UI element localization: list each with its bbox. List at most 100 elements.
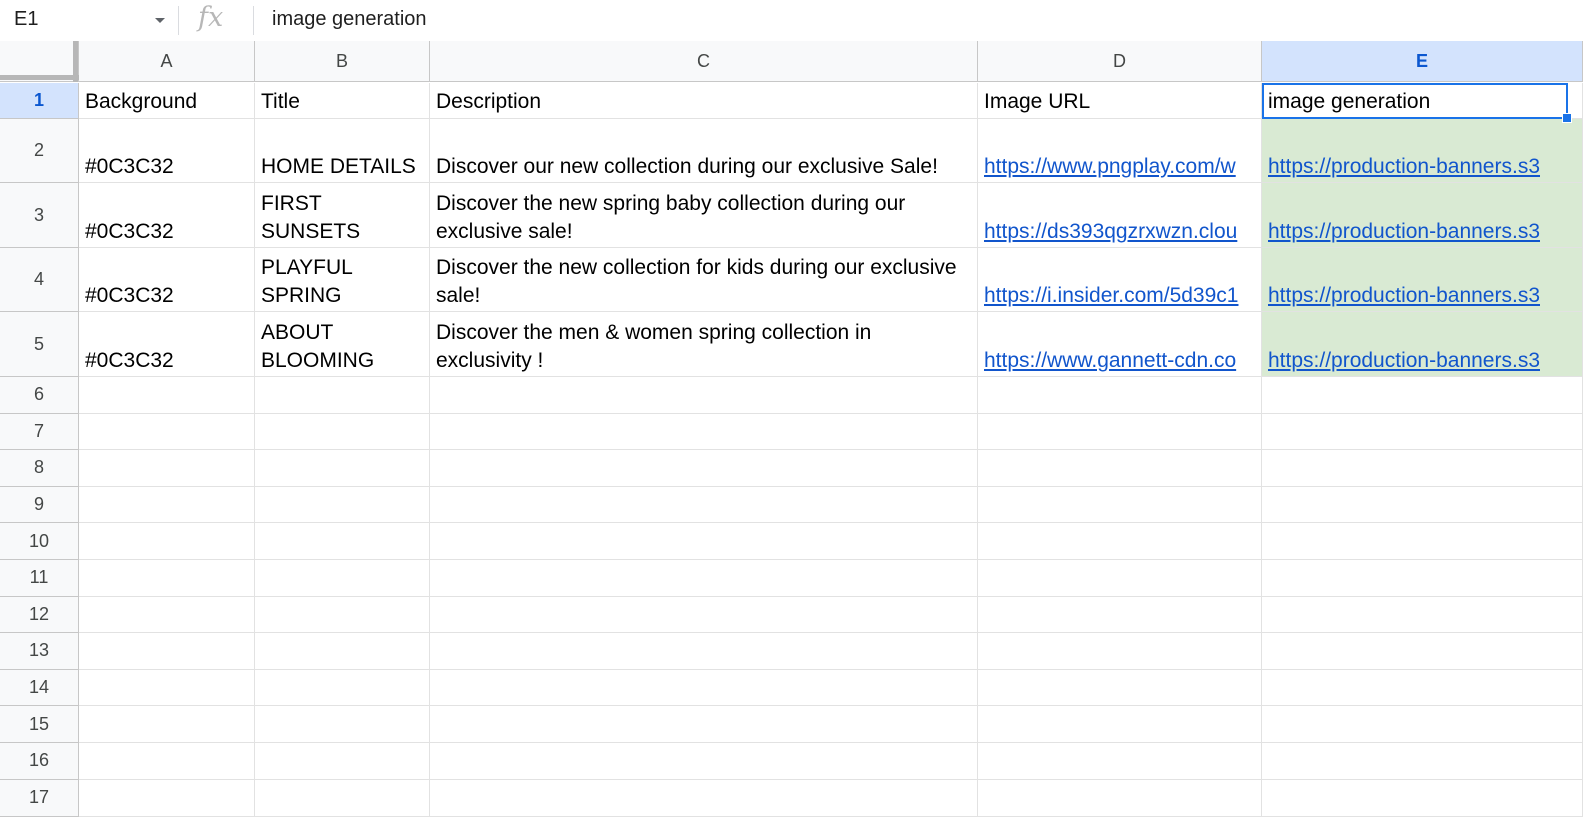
cell-link[interactable]: https://ds393qgzrxwzn.clou (984, 218, 1237, 246)
cell-d1[interactable]: Image URL (978, 83, 1262, 119)
cell-c3[interactable]: Discover the new spring baby collection … (430, 183, 978, 248)
cell-d11[interactable] (978, 560, 1262, 597)
cell-d17[interactable] (978, 779, 1262, 817)
row-header-6[interactable]: 6 (0, 377, 79, 414)
cell-b9[interactable] (255, 486, 430, 524)
cell-b14[interactable] (255, 669, 430, 707)
cell-a6[interactable] (79, 377, 255, 414)
cell-e7[interactable] (1262, 413, 1583, 451)
cell-c13[interactable] (430, 633, 978, 670)
cell-a4[interactable]: #0C3C32 (79, 248, 255, 312)
row-header-15[interactable]: 15 (0, 706, 79, 743)
cell-b17[interactable] (255, 779, 430, 817)
cell-a11[interactable] (79, 560, 255, 597)
cell-a14[interactable] (79, 669, 255, 707)
cell-a13[interactable] (79, 633, 255, 670)
row-header-1[interactable]: 1 (0, 83, 79, 119)
cell-c2[interactable]: Discover our new collection during our e… (430, 119, 978, 183)
name-box[interactable]: E1 (0, 0, 176, 41)
cell-d9[interactable] (978, 486, 1262, 524)
formula-input[interactable]: image generation (272, 8, 427, 31)
cell-c4[interactable]: Discover the new collection for kids dur… (430, 248, 978, 312)
cell-b2[interactable]: HOME DETAILS (255, 119, 430, 183)
cell-a17[interactable] (79, 779, 255, 817)
cell-d13[interactable] (978, 633, 1262, 670)
cell-e4[interactable]: https://production-banners.s3 (1262, 248, 1583, 312)
cell-d8[interactable] (978, 450, 1262, 487)
cell-e15[interactable] (1262, 706, 1583, 743)
cell-b6[interactable] (255, 377, 430, 414)
cell-link[interactable]: https://production-banners.s3 (1268, 218, 1540, 246)
column-header-b[interactable]: B (255, 41, 430, 82)
cell-c5[interactable]: Discover the men & women spring collecti… (430, 312, 978, 377)
cell-e9[interactable] (1262, 486, 1583, 524)
cell-b16[interactable] (255, 743, 430, 780)
cell-a1[interactable]: Background (79, 83, 255, 119)
cell-a5[interactable]: #0C3C32 (79, 312, 255, 377)
cell-a12[interactable] (79, 596, 255, 634)
cell-b4[interactable]: PLAYFUL SPRING (255, 248, 430, 312)
row-header-11[interactable]: 11 (0, 560, 79, 597)
cell-b10[interactable] (255, 523, 430, 560)
cell-e6[interactable] (1262, 377, 1583, 414)
cell-d3[interactable]: https://ds393qgzrxwzn.clou (978, 183, 1262, 248)
row-header-7[interactable]: 7 (0, 413, 79, 451)
cell-d5[interactable]: https://www.gannett-cdn.co (978, 312, 1262, 377)
row-header-8[interactable]: 8 (0, 450, 79, 487)
cell-a9[interactable] (79, 486, 255, 524)
cell-a2[interactable]: #0C3C32 (79, 119, 255, 183)
cell-b15[interactable] (255, 706, 430, 743)
cell-link[interactable]: https://www.pngplay.com/w (984, 153, 1236, 181)
cell-d14[interactable] (978, 669, 1262, 707)
cell-d16[interactable] (978, 743, 1262, 780)
cell-c16[interactable] (430, 743, 978, 780)
cell-a8[interactable] (79, 450, 255, 487)
column-header-d[interactable]: D (978, 41, 1262, 82)
cell-e11[interactable] (1262, 560, 1583, 597)
cell-b12[interactable] (255, 596, 430, 634)
row-header-10[interactable]: 10 (0, 523, 79, 560)
cell-e5[interactable]: https://production-banners.s3 (1262, 312, 1583, 377)
cell-e17[interactable] (1262, 779, 1583, 817)
row-header-9[interactable]: 9 (0, 486, 79, 524)
cell-a16[interactable] (79, 743, 255, 780)
cell-d12[interactable] (978, 596, 1262, 634)
row-header-13[interactable]: 13 (0, 633, 79, 670)
cell-b13[interactable] (255, 633, 430, 670)
cell-b1[interactable]: Title (255, 83, 430, 119)
cell-a7[interactable] (79, 413, 255, 451)
cell-link[interactable]: https://production-banners.s3 (1268, 347, 1540, 375)
cell-b3[interactable]: FIRST SUNSETS (255, 183, 430, 248)
cell-c9[interactable] (430, 486, 978, 524)
row-header-14[interactable]: 14 (0, 669, 79, 707)
cell-d6[interactable] (978, 377, 1262, 414)
cell-b7[interactable] (255, 413, 430, 451)
cell-a15[interactable] (79, 706, 255, 743)
cell-e13[interactable] (1262, 633, 1583, 670)
row-header-4[interactable]: 4 (0, 248, 79, 312)
cell-e12[interactable] (1262, 596, 1583, 634)
row-header-5[interactable]: 5 (0, 312, 79, 377)
cell-c12[interactable] (430, 596, 978, 634)
cell-b5[interactable]: ABOUT BLOOMING (255, 312, 430, 377)
row-header-2[interactable]: 2 (0, 119, 79, 183)
cell-d2[interactable]: https://www.pngplay.com/w (978, 119, 1262, 183)
freeze-row-handle[interactable] (0, 75, 79, 80)
cell-d4[interactable]: https://i.insider.com/5d39c1 (978, 248, 1262, 312)
cell-e16[interactable] (1262, 743, 1583, 780)
cell-c15[interactable] (430, 706, 978, 743)
cell-e14[interactable] (1262, 669, 1583, 707)
column-header-e[interactable]: E (1262, 41, 1583, 82)
cell-link[interactable]: https://www.gannett-cdn.co (984, 347, 1236, 375)
row-header-17[interactable]: 17 (0, 779, 79, 817)
cell-link[interactable]: https://production-banners.s3 (1268, 153, 1540, 181)
cell-a10[interactable] (79, 523, 255, 560)
row-header-12[interactable]: 12 (0, 596, 79, 634)
cell-d15[interactable] (978, 706, 1262, 743)
dropdown-arrow-icon[interactable] (155, 18, 165, 23)
cell-a3[interactable]: #0C3C32 (79, 183, 255, 248)
cell-e10[interactable] (1262, 523, 1583, 560)
cell-e8[interactable] (1262, 450, 1583, 487)
fill-handle[interactable] (1562, 113, 1572, 123)
cell-c10[interactable] (430, 523, 978, 560)
